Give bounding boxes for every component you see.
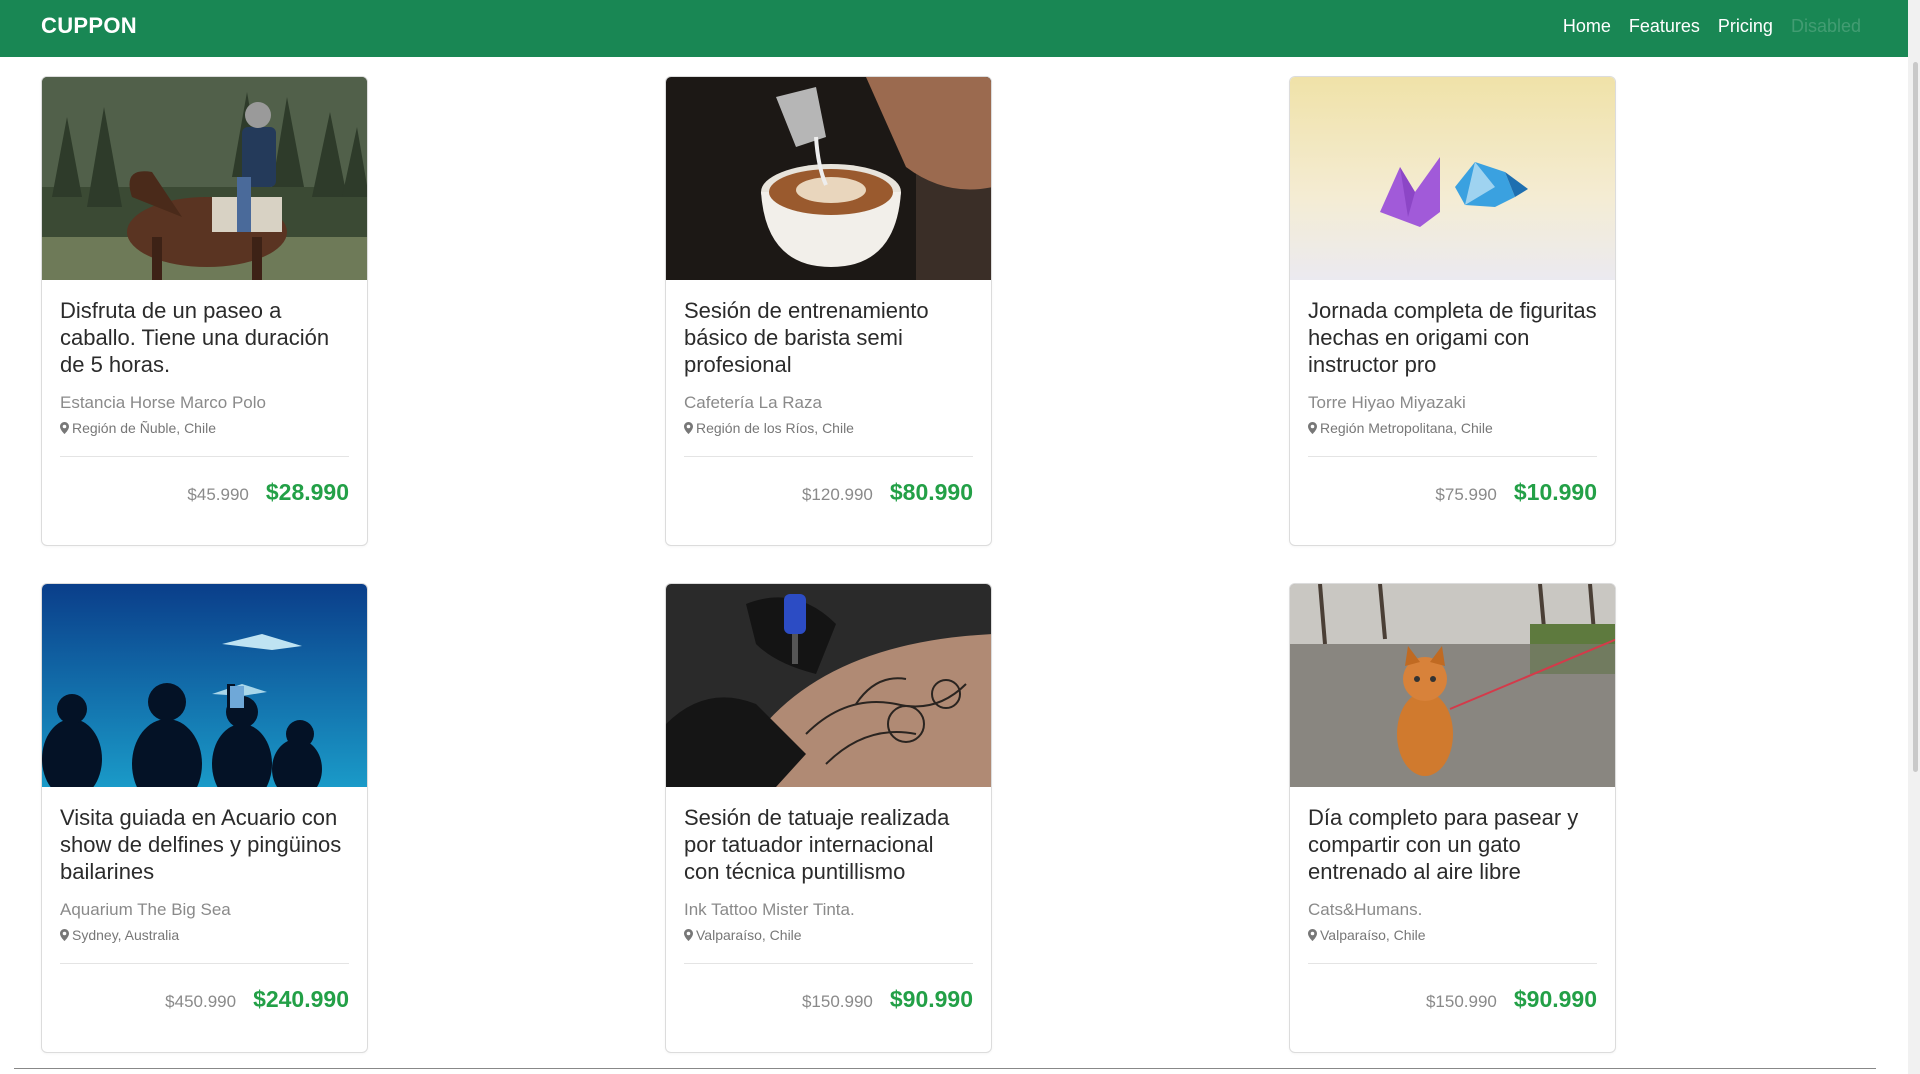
deal-card[interactable]: Jornada completa de figuritas hechas en … [1289,76,1616,546]
new-price: $90.990 [1513,986,1597,1012]
latte-art-photo[interactable] [666,77,991,280]
location-text: Valparaíso, Chile [1320,927,1426,943]
prices: $150.990 $90.990 [1308,986,1597,1013]
location-text: Valparaíso, Chile [696,927,802,943]
new-price: $80.990 [889,479,973,505]
scrollbar-thumb[interactable] [1913,62,1918,772]
deal-card[interactable]: Sesión de entrenamiento básico de barist… [665,76,992,546]
vendor-name: Torre Hiyao Miyazaki [1308,393,1466,412]
vendor-name: Cats&Humans. [1308,900,1423,919]
new-price: $10.990 [1513,479,1597,505]
old-price: $150.990 [801,992,873,1011]
deal-title[interactable]: Sesión de entrenamiento básico de barist… [684,297,973,378]
deal-title[interactable]: Disfruta de un paseo a caballo. Tiene un… [60,297,349,378]
card-body: Día completo para pasear y compartir con… [1290,787,1615,1013]
card-body: Sesión de tatuaje realizada por tatuador… [666,787,991,1013]
prices: $75.990 $10.990 [1308,479,1597,506]
old-price: $150.990 [1425,992,1497,1011]
vendor-name: Ink Tattoo Mister Tinta. [684,900,855,919]
location: Región de Ñuble, Chile [60,420,349,436]
prices: $450.990 $240.990 [60,986,349,1013]
map-pin-icon [1308,929,1317,941]
divider [684,963,973,964]
old-price: $75.990 [1435,485,1497,504]
navbar: CUPPON Home Features Pricing Disabled [0,0,1920,57]
cat-on-leash-photo[interactable] [1290,584,1615,787]
nav-links: Home Features Pricing Disabled [1554,16,1870,37]
location-text: Región Metropolitana, Chile [1320,420,1493,436]
vendor-name: Estancia Horse Marco Polo [60,393,266,412]
deal-title[interactable]: Visita guiada en Acuario con show de del… [60,804,349,885]
location-text: Región de los Ríos, Chile [696,420,854,436]
nav-link-pricing[interactable]: Pricing [1709,16,1782,37]
divider [684,456,973,457]
tattoo-photo[interactable] [666,584,991,787]
new-price: $28.990 [265,479,349,505]
footer-divider [14,1068,1876,1069]
nav-link-home[interactable]: Home [1554,16,1620,37]
divider [60,963,349,964]
location: Sydney, Australia [60,927,349,943]
new-price: $90.990 [889,986,973,1012]
old-price: $120.990 [801,485,873,504]
divider [1308,963,1597,964]
prices: $120.990 $80.990 [684,479,973,506]
deal-card[interactable]: Visita guiada en Acuario con show de del… [41,583,368,1053]
vendor-name: Cafetería La Raza [684,393,822,412]
divider [1308,456,1597,457]
location: Valparaíso, Chile [684,927,973,943]
map-pin-icon [60,929,69,941]
divider [60,456,349,457]
deal-card[interactable]: Día completo para pasear y compartir con… [1289,583,1616,1053]
card-body: Visita guiada en Acuario con show de del… [42,787,367,1013]
card-body: Sesión de entrenamiento básico de barist… [666,280,991,506]
horseback-rider-photo[interactable] [42,77,367,280]
location: Valparaíso, Chile [1308,927,1597,943]
location-text: Región de Ñuble, Chile [72,420,216,436]
location: Región de los Ríos, Chile [684,420,973,436]
card-body: Jornada completa de figuritas hechas en … [1290,280,1615,506]
map-pin-icon [60,422,69,434]
origami-birds-photo[interactable] [1290,77,1615,280]
deal-title[interactable]: Jornada completa de figuritas hechas en … [1308,297,1597,378]
prices: $45.990 $28.990 [60,479,349,506]
nav-link-features[interactable]: Features [1620,16,1709,37]
location-text: Sydney, Australia [72,927,180,943]
nav-link-disabled: Disabled [1790,16,1861,36]
brand-logo[interactable]: CUPPON [41,13,137,39]
prices: $150.990 $90.990 [684,986,973,1013]
deal-title[interactable]: Sesión de tatuaje realizada por tatuador… [684,804,973,885]
location: Región Metropolitana, Chile [1308,420,1597,436]
map-pin-icon [684,422,693,434]
new-price: $240.990 [253,986,349,1012]
old-price: $45.990 [187,485,249,504]
map-pin-icon [1308,422,1317,434]
deal-card[interactable]: Sesión de tatuaje realizada por tatuador… [665,583,992,1053]
vertical-scrollbar[interactable] [1908,0,1920,1074]
map-pin-icon [684,929,693,941]
deal-card[interactable]: Disfruta de un paseo a caballo. Tiene un… [41,76,368,546]
vendor-name: Aquarium The Big Sea [60,900,231,919]
deal-title[interactable]: Día completo para pasear y compartir con… [1308,804,1597,885]
aquarium-photo[interactable] [42,584,367,787]
card-body: Disfruta de un paseo a caballo. Tiene un… [42,280,367,506]
old-price: $450.990 [165,992,237,1011]
